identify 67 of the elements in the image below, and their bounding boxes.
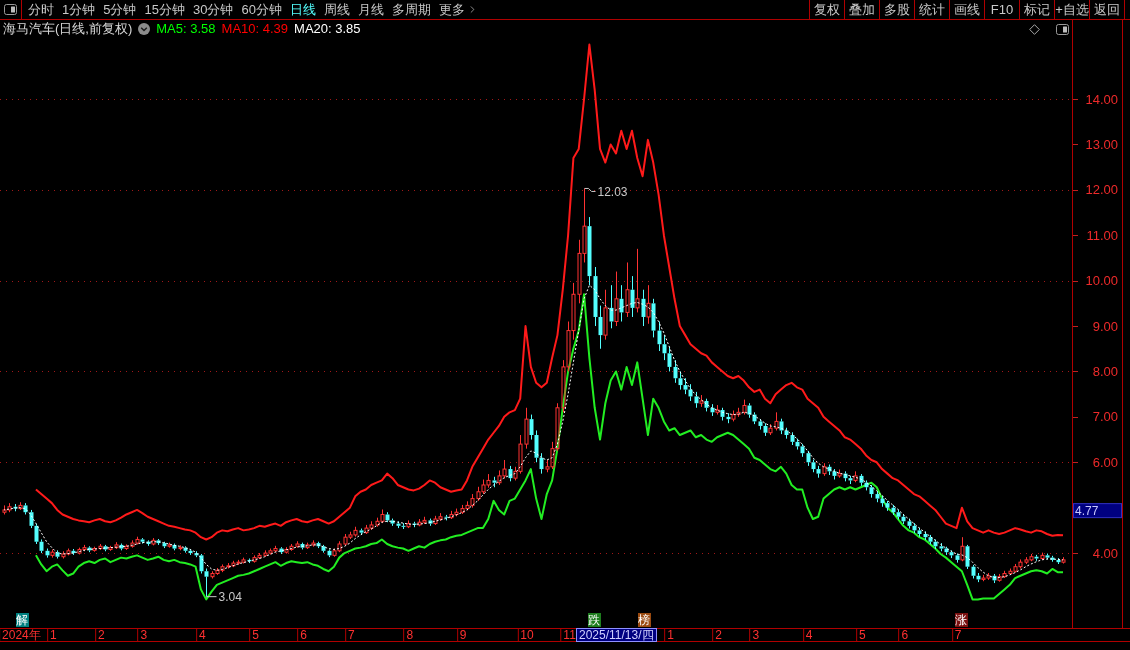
high-price-label: 12.03 [584,185,628,200]
event-marker[interactable]: 涨 [954,613,968,627]
axis-label: 4.00 [1092,545,1118,561]
toolbar-button[interactable]: 叠加 [844,0,879,19]
time-axis-label: 3 [749,629,760,641]
toolbar-button[interactable]: 返回 [1089,0,1124,19]
axis-label: 13.00 [1085,136,1118,152]
time-axis-label: 8 [403,629,414,641]
time-axis-label: 1 [47,629,57,641]
diamond-icon[interactable] [1029,23,1040,35]
indicator-value: MA5: 3.58 [156,20,216,38]
time-axis-label: 4 [196,629,206,641]
toolbar-button[interactable]: 多股 [879,0,914,19]
axis-label: 12.00 [1085,182,1118,198]
indicator-value: MA10: 4.39 [221,20,289,38]
cursor-date-label: 2025/11/13/四 [576,628,657,642]
axis-label: 7.00 [1092,409,1118,425]
period-tab[interactable]: 日线 [289,0,316,19]
indicator-value: MA20: 3.85 [294,20,361,38]
more-menu[interactable]: 更多 [438,0,478,19]
period-tab[interactable]: 60分钟 [241,0,282,19]
time-axis-label: 6 [297,629,307,641]
time-axis-label: 6 [898,629,909,641]
axis-label: 14.00 [1085,91,1118,107]
toolbar-button[interactable]: F10 [984,0,1019,19]
time-axis-label: 11 [560,629,576,641]
time-axis-label: 1 [664,629,675,641]
panel-toggle-icon[interactable] [1056,23,1069,35]
period-tab[interactable]: 多周期 [391,0,431,19]
axis-label: 9.00 [1092,318,1118,334]
time-axis-label: 7 [951,629,962,641]
time-axis-label: 7 [345,629,355,641]
low-price-label: 3.04 [206,589,242,604]
event-marker[interactable]: 解 [15,613,29,627]
period-tab[interactable]: 月线 [357,0,384,19]
time-axis-label: 4 [802,629,813,641]
time-axis-label: 3 [137,629,148,641]
time-axis-label: 5 [855,629,866,641]
axis-label: 11.00 [1086,227,1118,243]
time-axis-label: 2 [94,629,105,641]
period-tab[interactable]: 周线 [323,0,350,19]
period-tab[interactable]: 1分钟 [62,0,96,19]
toolbar-button[interactable]: 统计 [914,0,949,19]
time-axis-label: 10 [517,629,534,641]
toolbar-button[interactable]: +自选 [1054,0,1089,19]
panel-toggle-icon[interactable] [4,4,17,15]
axis-label: 8.00 [1092,363,1118,379]
period-tab[interactable]: 5分钟 [103,0,137,19]
time-axis-label: 2024年 [0,629,41,641]
period-tab[interactable]: 15分钟 [144,0,185,19]
axis-label: 10.00 [1085,273,1118,289]
event-marker[interactable]: 榜 [637,613,651,627]
chart-title: 海马汽车(日线,前复权) [3,20,133,38]
event-marker[interactable]: 跌 [587,613,601,627]
current-price-label: 4.77 [1073,503,1122,519]
period-tab[interactable]: 分时 [28,0,54,19]
annotation: 12.03 [597,185,628,200]
toolbar-button[interactable]: 画线 [949,0,984,19]
toolbar-button[interactable]: 标记 [1019,0,1054,19]
time-axis-label: 9 [456,629,467,641]
period-tab[interactable]: 30分钟 [192,0,234,19]
dropdown-icon[interactable] [138,23,151,35]
toolbar-button[interactable]: 复权 [809,0,844,19]
axis-label: 6.00 [1092,454,1118,470]
annotation: 3.04 [218,589,243,604]
time-axis-label: 2 [712,629,722,641]
time-axis-label: 5 [249,629,259,641]
